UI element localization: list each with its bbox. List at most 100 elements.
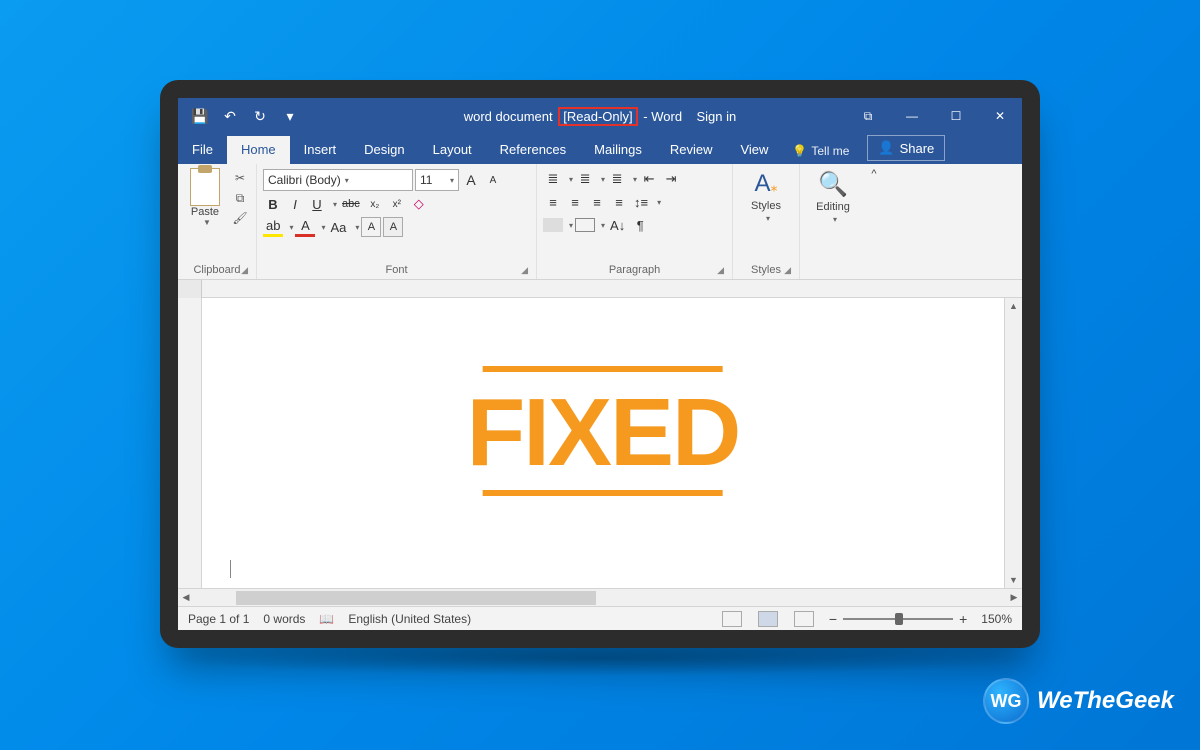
- redo-button[interactable]: ↻: [246, 102, 274, 130]
- watermark-logo-icon: WG: [983, 678, 1029, 724]
- word-count[interactable]: 0 words: [263, 612, 305, 626]
- page-indicator[interactable]: Page 1 of 1: [188, 612, 249, 626]
- h-scroll-thumb[interactable]: [236, 591, 596, 605]
- cut-button[interactable]: ✂: [230, 170, 250, 186]
- ribbon: Paste ▼ ✂ ⧉ 🖌 Clipboard ◢: [178, 164, 1022, 280]
- editing-button[interactable]: 🔍 Editing ▾: [806, 166, 860, 224]
- tab-home[interactable]: Home: [227, 136, 290, 164]
- group-font: Calibri (Body) ▾ 11 ▾ A A B: [257, 164, 537, 279]
- group-clipboard-label: Clipboard ◢: [184, 262, 250, 279]
- styles-dialog-launcher[interactable]: ◢: [784, 265, 791, 276]
- tell-me-search[interactable]: 💡 Tell me: [782, 138, 859, 164]
- scroll-left-arrow-icon[interactable]: ◀: [178, 592, 194, 603]
- read-mode-button[interactable]: [722, 611, 742, 627]
- chevron-down-icon: ▾: [321, 223, 325, 232]
- vertical-ruler[interactable]: [178, 298, 202, 588]
- document-area: FIXED ▲ ▼: [178, 298, 1022, 588]
- styles-label: Styles: [751, 200, 781, 212]
- subscript-button[interactable]: x₂: [365, 194, 385, 214]
- spellcheck-icon[interactable]: 📖: [319, 612, 334, 626]
- zoom-track[interactable]: [843, 618, 953, 620]
- clear-formatting-button[interactable]: ◇: [409, 194, 429, 214]
- tab-design[interactable]: Design: [350, 136, 418, 164]
- shrink-font-button[interactable]: A: [483, 170, 503, 190]
- ribbon-display-button[interactable]: ⧉: [846, 98, 890, 134]
- bullets-button[interactable]: ≣: [543, 169, 563, 189]
- zoom-in-button[interactable]: +: [959, 611, 967, 627]
- paragraph-dialog-launcher[interactable]: ◢: [717, 265, 724, 276]
- highlight-color-button[interactable]: ab: [263, 217, 283, 237]
- decrease-indent-button[interactable]: ⇤: [639, 169, 659, 189]
- increase-indent-button[interactable]: ⇥: [661, 169, 681, 189]
- tab-review[interactable]: Review: [656, 136, 727, 164]
- horizontal-ruler[interactable]: [178, 280, 1022, 298]
- numbering-button[interactable]: ≣: [575, 169, 595, 189]
- undo-button[interactable]: ↶: [216, 102, 244, 130]
- underline-button[interactable]: U: [307, 194, 327, 214]
- char-border-button[interactable]: A: [383, 217, 403, 237]
- sort-button[interactable]: A↓: [607, 215, 628, 235]
- font-dialog-launcher[interactable]: ◢: [521, 265, 528, 276]
- superscript-button[interactable]: x²: [387, 194, 407, 214]
- clipboard-label-text: Clipboard: [193, 264, 240, 276]
- chevron-down-icon: ▾: [657, 198, 661, 207]
- watermark: WG WeTheGeek: [983, 678, 1174, 724]
- vertical-scrollbar[interactable]: ▲ ▼: [1004, 298, 1022, 588]
- font-color-button[interactable]: A: [295, 217, 315, 237]
- justify-button[interactable]: ≡: [609, 192, 629, 212]
- tab-layout[interactable]: Layout: [419, 136, 486, 164]
- font-size-combo[interactable]: 11 ▾: [415, 169, 459, 191]
- line-spacing-button[interactable]: ↕≡: [631, 192, 651, 212]
- format-painter-button[interactable]: 🖌: [230, 210, 250, 226]
- paragraph-label-text: Paragraph: [609, 264, 660, 276]
- tab-insert[interactable]: Insert: [290, 136, 351, 164]
- close-button[interactable]: ✕: [978, 98, 1022, 134]
- tab-mailings[interactable]: Mailings: [580, 136, 656, 164]
- align-right-button[interactable]: ≡: [587, 192, 607, 212]
- share-button[interactable]: 👤 Share: [867, 135, 945, 161]
- tab-file[interactable]: File: [178, 136, 227, 164]
- scroll-up-arrow-icon[interactable]: ▲: [1009, 298, 1018, 314]
- tablet-frame: 💾 ↶ ↻ ▾ word document [Read-Only] - Word…: [160, 80, 1040, 648]
- italic-button[interactable]: I: [285, 194, 305, 214]
- show-marks-button[interactable]: ¶: [630, 215, 650, 235]
- clipboard-dialog-launcher[interactable]: ◢: [241, 265, 248, 276]
- h-scroll-track[interactable]: [196, 591, 1004, 605]
- zoom-level[interactable]: 150%: [981, 612, 1012, 626]
- strikethrough-button[interactable]: abc: [339, 194, 363, 214]
- font-family-value: Calibri (Body): [268, 173, 341, 187]
- tab-view[interactable]: View: [726, 136, 782, 164]
- collapse-ribbon-button[interactable]: ^: [866, 164, 882, 279]
- language-indicator[interactable]: English (United States): [348, 612, 471, 626]
- sign-in-link[interactable]: Sign in: [697, 109, 737, 124]
- scroll-down-arrow-icon[interactable]: ▼: [1009, 572, 1018, 588]
- scroll-right-arrow-icon[interactable]: ▶: [1006, 592, 1022, 603]
- change-case-button[interactable]: Aa: [328, 217, 350, 237]
- minimize-button[interactable]: —: [890, 98, 934, 134]
- copy-button[interactable]: ⧉: [230, 190, 250, 206]
- qat-customise-button[interactable]: ▾: [276, 102, 304, 130]
- multilevel-list-button[interactable]: ≣: [607, 169, 627, 189]
- chevron-down-icon: ▾: [601, 175, 605, 184]
- maximize-button[interactable]: ☐: [934, 98, 978, 134]
- grow-font-button[interactable]: A: [461, 170, 481, 190]
- tab-references[interactable]: References: [486, 136, 580, 164]
- title-bar: 💾 ↶ ↻ ▾ word document [Read-Only] - Word…: [178, 98, 1022, 134]
- zoom-slider[interactable]: − +: [829, 611, 967, 627]
- zoom-out-button[interactable]: −: [829, 611, 837, 627]
- bold-button[interactable]: B: [263, 194, 283, 214]
- styles-button[interactable]: A⁎ Styles ▾: [739, 166, 793, 223]
- align-center-button[interactable]: ≡: [565, 192, 585, 212]
- save-button[interactable]: 💾: [186, 102, 214, 130]
- paste-button[interactable]: Paste ▼: [184, 166, 226, 227]
- print-layout-button[interactable]: [758, 611, 778, 627]
- web-layout-button[interactable]: [794, 611, 814, 627]
- horizontal-scrollbar[interactable]: ◀ ▶: [178, 588, 1022, 606]
- font-family-combo[interactable]: Calibri (Body) ▾: [263, 169, 413, 191]
- chevron-down-icon: ▾: [355, 223, 359, 232]
- shading-button[interactable]: [543, 218, 563, 232]
- align-left-button[interactable]: ≡: [543, 192, 563, 212]
- borders-button[interactable]: [575, 218, 595, 232]
- page-canvas[interactable]: FIXED: [202, 298, 1004, 588]
- text-effects-button[interactable]: A: [361, 217, 381, 237]
